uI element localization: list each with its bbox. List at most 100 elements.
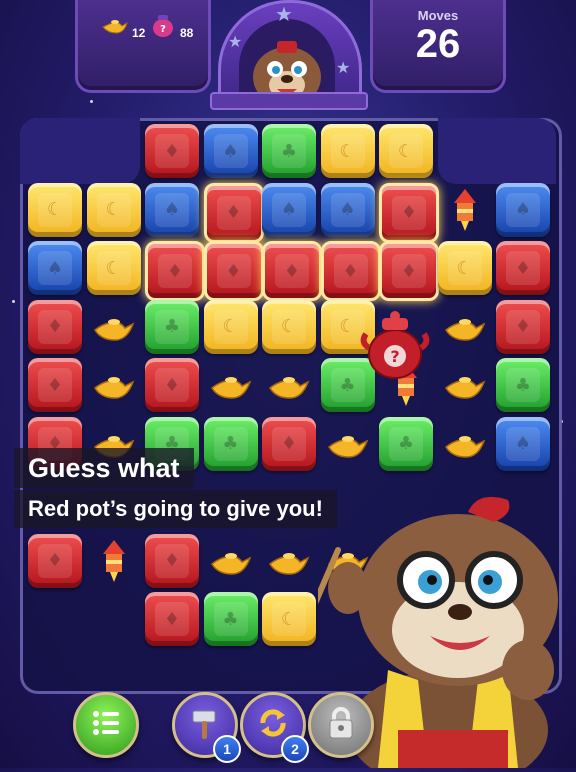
red-gem-tile[interactable]: ♦	[145, 533, 199, 588]
gem-symbol-icon: ♣	[397, 433, 415, 454]
mystery-pot-icon: ?	[148, 10, 178, 40]
green-gem-tile[interactable]: ♣	[379, 416, 433, 471]
goals-panel: 12 ? 88	[75, 0, 211, 93]
green-gem-tile[interactable]: ♣	[496, 358, 550, 412]
red-gem-tile[interactable]: ♦	[262, 416, 316, 471]
star-icon: ★	[275, 2, 293, 26]
red-gem-tile[interactable]: ♦	[28, 358, 82, 412]
blue-gem-tile[interactable]: ♠	[203, 124, 258, 178]
gem-symbol-icon: ☾	[46, 199, 64, 220]
green-gem-tile[interactable]: ♣	[262, 124, 316, 178]
yellow-gem-tile[interactable]: ☾	[262, 592, 316, 646]
red-gem-tile[interactable]: ♦	[320, 241, 381, 301]
red-gem-tile[interactable]: ♦	[145, 358, 199, 412]
magic-lamp-icon[interactable]	[438, 417, 492, 471]
gem-symbol-icon: ♦	[283, 260, 301, 282]
red-gem-tile[interactable]: ♦	[262, 241, 322, 301]
gem-symbol-icon: ♦	[342, 260, 359, 282]
moves-label: Moves	[417, 8, 459, 23]
moves-counter: 26	[415, 22, 461, 66]
firework-rocket-icon[interactable]	[438, 183, 492, 237]
goal-lamp-count: 12	[132, 26, 146, 40]
gem-symbol-icon: ♦	[280, 433, 298, 454]
board-notch	[20, 118, 140, 184]
red-gem-tile[interactable]: ♦	[203, 241, 264, 301]
menu-button[interactable]	[73, 692, 139, 758]
red-gem-tile[interactable]: ♦	[145, 241, 205, 301]
gem-symbol-icon: ♦	[514, 257, 532, 279]
yellow-gem-tile[interactable]: ☾	[28, 182, 82, 237]
gem-symbol-icon: ♣	[222, 608, 239, 630]
yellow-gem-tile[interactable]: ☾	[203, 299, 258, 354]
gem-symbol-icon: ♦	[46, 374, 64, 396]
magic-lamp-icon[interactable]	[87, 300, 141, 354]
gem-symbol-icon: ☾	[456, 257, 473, 279]
magic-lamp-icon[interactable]	[87, 358, 141, 412]
green-gem-tile[interactable]: ♣	[145, 299, 199, 354]
blue-gem-tile[interactable]: ♠	[496, 416, 550, 471]
shuffle-count-badge: 2	[281, 735, 309, 763]
menu-list-icon	[91, 709, 121, 741]
green-gem-tile[interactable]: ♣	[203, 592, 258, 646]
yellow-gem-tile[interactable]: ☾	[320, 124, 375, 178]
star-icon: ★	[228, 32, 243, 51]
gem-symbol-icon: ♦	[163, 140, 181, 162]
red-gem-tile[interactable]: ♦	[28, 533, 82, 588]
yellow-gem-tile[interactable]: ☾	[379, 124, 433, 178]
locked-booster-button[interactable]	[308, 692, 374, 758]
gem-symbol-icon: ☾	[105, 257, 122, 279]
gem-symbol-icon: ☾	[397, 140, 415, 162]
yellow-gem-tile[interactable]: ☾	[262, 299, 316, 354]
red-gem-tile[interactable]: ♦	[379, 241, 439, 301]
firework-rocket-icon[interactable]	[87, 534, 141, 588]
red-gem-tile[interactable]: ♦	[145, 124, 199, 178]
blue-gem-tile[interactable]: ♠	[320, 182, 375, 237]
hammer-booster-button[interactable]: 1	[172, 692, 241, 763]
magic-lamp-icon[interactable]	[438, 300, 492, 354]
red-gem-tile[interactable]: ♦	[496, 241, 550, 295]
gem-symbol-icon: ♦	[163, 550, 181, 571]
gem-symbol-icon: ♣	[339, 374, 356, 396]
green-gem-tile[interactable]: ♣	[203, 416, 258, 471]
arch-base	[210, 92, 368, 110]
gem-symbol-icon: ♠	[222, 140, 239, 162]
gem-symbol-icon: ♠	[514, 199, 532, 220]
star-icon: ★	[336, 58, 351, 77]
magic-lamp-icon[interactable]	[262, 358, 316, 412]
gem-symbol-icon: ♠	[163, 199, 181, 220]
magic-lamp-icon	[100, 10, 130, 40]
shuffle-booster-button[interactable]: 2	[240, 692, 309, 763]
hammer-count-badge: 1	[213, 735, 241, 763]
magic-lamp-icon[interactable]	[321, 417, 375, 471]
yellow-gem-tile[interactable]: ☾	[86, 182, 141, 237]
gem-symbol-icon: ♦	[163, 608, 181, 630]
red-mystery-pot[interactable]: ?	[360, 308, 430, 382]
red-gem-tile[interactable]: ♦	[203, 182, 264, 243]
otter-portrait	[239, 19, 335, 103]
yellow-gem-tile[interactable]: ☾	[437, 241, 492, 295]
gem-symbol-icon: ♠	[46, 257, 64, 279]
magic-lamp-icon[interactable]	[204, 534, 258, 588]
goal-lamp: 12	[100, 10, 145, 40]
blue-gem-tile[interactable]: ♠	[145, 182, 199, 237]
gem-symbol-icon: ☾	[339, 140, 356, 162]
svg-text:?: ?	[160, 24, 166, 35]
red-gem-tile[interactable]: ♦	[496, 299, 550, 354]
yellow-gem-tile[interactable]: ☾	[86, 241, 141, 295]
gem-symbol-icon: ☾	[280, 316, 298, 337]
gem-symbol-icon: ♦	[46, 433, 64, 454]
magic-lamp-icon[interactable]	[204, 358, 258, 412]
blue-gem-tile[interactable]: ♠	[28, 241, 82, 295]
red-gem-tile[interactable]: ♦	[145, 592, 199, 646]
magic-lamp-icon[interactable]	[262, 534, 316, 588]
gem-symbol-icon: ♣	[163, 316, 181, 337]
blue-gem-tile[interactable]: ♠	[262, 182, 316, 237]
red-gem-tile[interactable]: ♦	[28, 299, 82, 354]
gem-symbol-icon: ♦	[46, 316, 64, 337]
blue-gem-tile[interactable]: ♠	[496, 182, 550, 237]
board-notch	[438, 118, 556, 184]
red-gem-tile[interactable]: ♦	[379, 182, 439, 243]
magic-lamp-icon[interactable]	[438, 358, 492, 412]
gem-symbol-icon: ☾	[339, 316, 356, 337]
goal-pot: ? 88	[148, 10, 193, 40]
